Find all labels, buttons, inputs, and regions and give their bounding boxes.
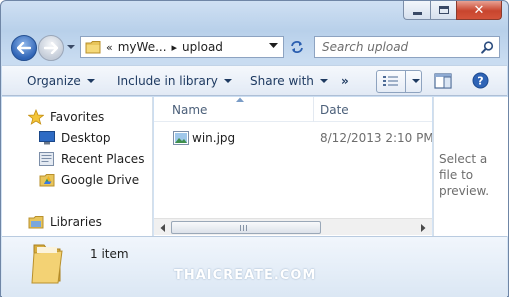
watermark: THAICREATE.COM xyxy=(174,268,317,283)
column-headers: Name Date xyxy=(154,97,432,122)
search-box[interactable] xyxy=(314,36,500,58)
svg-text:?: ? xyxy=(477,75,483,88)
favorites-label: Favorites xyxy=(50,110,105,124)
item-count: 1 item xyxy=(90,247,129,261)
horizontal-scrollbar[interactable] xyxy=(154,218,432,235)
file-list: Name Date win.jpg 8/12/2013 2:10 PM xyxy=(154,97,432,236)
more-commands-button[interactable]: » xyxy=(341,74,349,88)
scroll-right-button[interactable] xyxy=(415,219,432,236)
preview-message: Select a file to preview. xyxy=(439,152,490,198)
chevron-down-icon xyxy=(223,78,232,83)
favorites-star-icon xyxy=(27,109,45,125)
maximize-icon xyxy=(438,6,449,14)
maximize-button[interactable] xyxy=(430,1,456,20)
back-arrow-icon xyxy=(17,42,31,54)
preview-pane-icon[interactable] xyxy=(434,73,452,89)
command-bar: Organize Include in library Share with » xyxy=(2,65,507,96)
recent-places-icon xyxy=(38,151,56,167)
sidebar-item-favorites[interactable]: Favorites xyxy=(27,109,104,125)
folder-icon xyxy=(85,41,101,54)
view-button-divider xyxy=(405,71,406,92)
search-input[interactable] xyxy=(322,40,482,54)
recent-pages-chevron-down-icon[interactable] xyxy=(67,45,75,50)
scroll-right-icon xyxy=(421,223,426,232)
column-header-date[interactable]: Date xyxy=(320,103,349,117)
file-row[interactable]: win.jpg 8/12/2013 2:10 PM xyxy=(154,128,432,148)
column-header-name[interactable]: Name xyxy=(172,103,207,117)
desktop-icon xyxy=(38,130,56,146)
refresh-button[interactable] xyxy=(286,36,308,58)
explorer-window: ✕ « myWe... ▸ upload Search upload Organ… xyxy=(0,0,509,297)
back-button[interactable] xyxy=(11,35,37,61)
close-button[interactable]: ✕ xyxy=(456,1,502,20)
chevron-down-icon xyxy=(319,78,328,83)
scroll-thumb[interactable] xyxy=(171,221,321,234)
share-with-button[interactable]: Share with xyxy=(250,74,328,88)
address-overflow[interactable]: « xyxy=(106,41,113,54)
google-drive-label: Google Drive xyxy=(61,173,140,187)
close-icon: ✕ xyxy=(473,2,485,18)
refresh-icon xyxy=(291,41,303,53)
share-with-label: Share with xyxy=(250,74,314,88)
sidebar-item-recent-places[interactable]: Recent Places xyxy=(38,151,144,167)
file-name: win.jpg xyxy=(192,131,236,145)
sidebar-item-desktop[interactable]: Desktop xyxy=(38,130,111,146)
large-folder-icon xyxy=(31,244,63,284)
change-view-button[interactable] xyxy=(376,70,422,93)
minimize-icon xyxy=(412,11,422,15)
scroll-thumb-grip xyxy=(240,225,249,231)
libraries-label: Libraries xyxy=(50,215,102,229)
preview-pane: Select a file to preview. xyxy=(433,97,508,236)
include-in-library-label: Include in library xyxy=(117,74,218,88)
forward-button[interactable] xyxy=(38,35,64,61)
breadcrumb-parent[interactable]: myWe... xyxy=(118,40,167,54)
google-drive-icon xyxy=(38,172,56,188)
sidebar-item-libraries[interactable]: Libraries xyxy=(27,214,102,230)
search-icon[interactable] xyxy=(481,41,494,54)
caption-buttons: ✕ xyxy=(403,1,502,20)
view-options-chevron-down-icon[interactable] xyxy=(412,79,420,84)
sidebar-item-google-drive[interactable]: Google Drive xyxy=(38,172,139,188)
organize-button[interactable]: Organize xyxy=(27,74,95,88)
image-file-icon xyxy=(173,131,189,145)
details-view-icon xyxy=(383,75,398,86)
minimize-button[interactable] xyxy=(403,1,430,20)
chevron-down-icon xyxy=(86,78,95,83)
navigation-pane: Favorites Desktop Recent Places Google D… xyxy=(2,97,153,236)
breadcrumb-current[interactable]: upload xyxy=(182,40,223,54)
details-pane: 1 item THAICREATE.COM xyxy=(2,236,507,297)
help-icon[interactable]: ? xyxy=(472,72,489,89)
recent-places-label: Recent Places xyxy=(61,152,145,166)
desktop-label: Desktop xyxy=(61,131,111,145)
forward-arrow-icon xyxy=(44,42,58,54)
address-chevron-down-icon[interactable] xyxy=(269,43,278,49)
organize-label: Organize xyxy=(27,74,81,88)
file-date: 8/12/2013 2:10 PM xyxy=(320,131,432,145)
breadcrumb-separator[interactable]: ▸ xyxy=(172,41,178,54)
sort-ascending-icon xyxy=(236,97,244,102)
address-bar[interactable]: « myWe... ▸ upload xyxy=(80,36,284,58)
column-divider[interactable] xyxy=(313,97,314,122)
scroll-left-icon xyxy=(160,223,165,232)
libraries-icon xyxy=(27,214,45,230)
scroll-left-button[interactable] xyxy=(154,219,171,236)
include-in-library-button[interactable]: Include in library xyxy=(117,74,232,88)
